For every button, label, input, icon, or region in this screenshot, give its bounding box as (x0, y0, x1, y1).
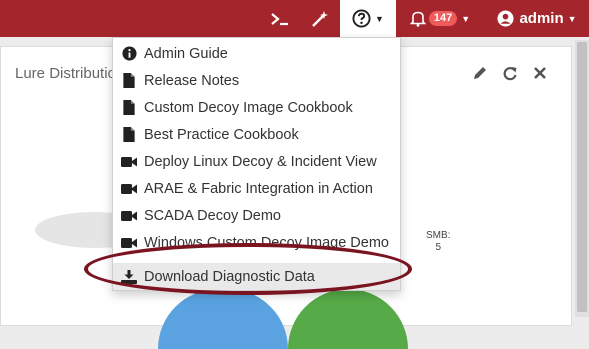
menu-item-label: ARAE & Fabric Integration in Action (144, 180, 373, 197)
document-icon (121, 127, 137, 143)
magic-wand-button[interactable] (304, 0, 336, 37)
magic-wand-icon (312, 10, 328, 27)
smb-label-text: SMB: (426, 230, 451, 241)
menu-item-label: Best Practice Cookbook (144, 126, 299, 143)
bell-icon (409, 11, 426, 27)
edit-icon[interactable] (472, 65, 488, 81)
refresh-icon[interactable] (502, 65, 518, 81)
user-icon (497, 10, 514, 27)
menu-item-label: Custom Decoy Image Cookbook (144, 99, 353, 116)
info-icon (121, 46, 137, 62)
menu-item-label: Download Diagnostic Data (144, 268, 315, 285)
menu-item-label: Release Notes (144, 72, 240, 89)
download-icon (121, 269, 137, 285)
document-icon (121, 100, 137, 116)
video-icon (121, 208, 137, 224)
terminal-icon (271, 12, 288, 25)
help-menu-toggle[interactable]: ▼ (340, 0, 396, 37)
chevron-down-icon: ▼ (567, 13, 577, 24)
menu-item-scada-decoy-demo[interactable]: SCADA Decoy Demo (113, 202, 400, 229)
video-icon (121, 181, 137, 197)
menu-item-label: SCADA Decoy Demo (144, 207, 281, 224)
notification-count-badge: 147 (428, 11, 458, 26)
menu-item-deploy-linux-decoy[interactable]: Deploy Linux Decoy & Incident View (113, 148, 400, 175)
help-icon (352, 9, 371, 28)
menu-item-label: Deploy Linux Decoy & Incident View (144, 153, 377, 170)
user-name: admin (519, 10, 564, 27)
smb-data-label: SMB: 5 (426, 230, 450, 254)
chevron-down-icon: ▼ (375, 13, 384, 24)
menu-item-arae-fabric[interactable]: ARAE & Fabric Integration in Action (113, 175, 400, 202)
menu-item-windows-decoy-demo[interactable]: Windows Custom Decoy Image Demo (113, 229, 400, 256)
menu-item-admin-guide[interactable]: Admin Guide (113, 40, 400, 67)
smb-value-text: 5 (435, 242, 441, 253)
close-icon[interactable] (532, 65, 548, 81)
menu-item-best-practice-cookbook[interactable]: Best Practice Cookbook (113, 121, 400, 148)
user-menu-toggle[interactable]: admin ▼ (494, 0, 580, 37)
menu-item-download-diagnostic-data[interactable]: Download Diagnostic Data (113, 263, 400, 290)
menu-item-label: Admin Guide (144, 45, 228, 62)
panel-title: Lure Distribution (15, 65, 125, 82)
chevron-down-icon: ▼ (461, 13, 471, 24)
video-icon (121, 154, 137, 170)
notifications-button[interactable]: 147 ▼ (406, 0, 474, 37)
menu-item-label: Windows Custom Decoy Image Demo (144, 234, 389, 251)
help-dropdown-menu: Admin Guide Release Notes Custom Decoy I… (112, 37, 401, 291)
document-icon (121, 73, 137, 89)
terminal-button[interactable] (262, 0, 298, 37)
menu-item-custom-decoy-cookbook[interactable]: Custom Decoy Image Cookbook (113, 94, 400, 121)
scrollbar-thumb[interactable] (577, 42, 587, 312)
video-icon (121, 235, 137, 251)
menu-item-release-notes[interactable]: Release Notes (113, 67, 400, 94)
